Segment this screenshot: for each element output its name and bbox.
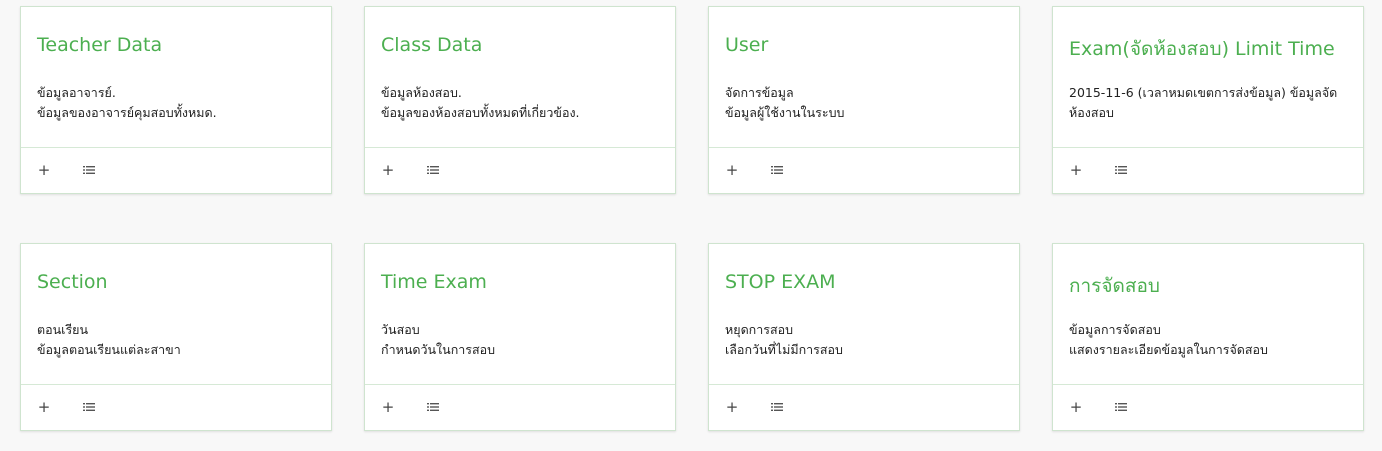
- card-description-line: ข้อมูลผู้ใช้งานในระบบ: [725, 105, 845, 120]
- card-title: Exam(จัดห้องสอบ) Limit Time: [1069, 38, 1335, 60]
- card-description-line: เลือกวันที่ไม่มีการสอบ: [725, 342, 843, 357]
- card-title: การจัดสอบ: [1069, 275, 1160, 297]
- plus-icon[interactable]: +: [379, 397, 397, 417]
- plus-icon[interactable]: +: [723, 160, 741, 180]
- card-class-data: Class Data ข้อมูลห้องสอบ. ข้อมูลของห้องส…: [364, 6, 676, 194]
- card-description: 2015-11-6 (เวลาหมดเขตการส่งข้อมูล) ข้อมู…: [1069, 83, 1351, 123]
- card-title: Class Data: [381, 34, 483, 56]
- card-title: Time Exam: [381, 271, 487, 293]
- card-description: วันสอบ กำหนดวันในการสอบ: [381, 320, 663, 360]
- plus-icon[interactable]: +: [35, 397, 53, 417]
- list-icon[interactable]: [1111, 160, 1131, 180]
- card-actions: +: [21, 148, 331, 194]
- list-icon[interactable]: [423, 160, 443, 180]
- plus-icon[interactable]: +: [1067, 160, 1085, 180]
- card-description-line: กำหนดวันในการสอบ: [381, 342, 496, 357]
- card-actions: +: [1053, 385, 1363, 431]
- card-description-line: แสดงรายละเอียดข้อมูลในการจัดสอบ: [1069, 342, 1268, 357]
- plus-icon[interactable]: +: [35, 160, 53, 180]
- card-description: จัดการข้อมูล ข้อมูลผู้ใช้งานในระบบ: [725, 83, 1007, 123]
- card-actions: +: [709, 148, 1019, 194]
- card-actions: +: [365, 385, 675, 431]
- card-description: ตอนเรียน ข้อมูลตอนเรียนแต่ละสาขา: [37, 320, 319, 360]
- list-icon[interactable]: [767, 160, 787, 180]
- card-title: User: [725, 34, 769, 56]
- card-title: STOP EXAM: [725, 271, 836, 293]
- card-description-line: วันสอบ: [381, 322, 420, 337]
- card-description: ข้อมูลอาจารย์. ข้อมูลของอาจารย์คุมสอบทั้…: [37, 83, 319, 123]
- card-description-line: ข้อมูลของอาจารย์คุมสอบทั้งหมด.: [37, 105, 217, 120]
- list-icon[interactable]: [79, 160, 99, 180]
- plus-icon[interactable]: +: [379, 160, 397, 180]
- card-actions: +: [365, 148, 675, 194]
- card-exam-arrangement: การจัดสอบ ข้อมูลการจัดสอบ แสดงรายละเอียด…: [1052, 243, 1364, 431]
- card-section: Section ตอนเรียน ข้อมูลตอนเรียนแต่ละสาขา…: [20, 243, 332, 431]
- card-actions: +: [21, 385, 331, 431]
- card-description: ข้อมูลการจัดสอบ แสดงรายละเอียดข้อมูลในกา…: [1069, 320, 1351, 360]
- card-exam-limit-time: Exam(จัดห้องสอบ) Limit Time 2015-11-6 (เ…: [1052, 6, 1364, 194]
- card-description-line: ข้อมูลห้องสอบ.: [381, 85, 462, 100]
- card-time-exam: Time Exam วันสอบ กำหนดวันในการสอบ +: [364, 243, 676, 431]
- card-description-line: ข้อมูลของห้องสอบทั้งหมดที่เกี่ยวข้อง.: [381, 105, 580, 120]
- card-title: Teacher Data: [37, 34, 163, 56]
- card-description: ข้อมูลห้องสอบ. ข้อมูลของห้องสอบทั้งหมดที…: [381, 83, 663, 123]
- card-description-line: ข้อมูลการจัดสอบ: [1069, 322, 1161, 337]
- card-description-line: ข้อมูลอาจารย์.: [37, 85, 116, 100]
- list-icon[interactable]: [423, 397, 443, 417]
- card-teacher-data: Teacher Data ข้อมูลอาจารย์. ข้อมูลของอาจ…: [20, 6, 332, 194]
- card-description-line: ตอนเรียน: [37, 322, 89, 337]
- card-description-line: ข้อมูลตอนเรียนแต่ละสาขา: [37, 342, 181, 357]
- plus-icon[interactable]: +: [723, 397, 741, 417]
- card-stop-exam: STOP EXAM หยุดการสอบ เลือกวันที่ไม่มีการ…: [708, 243, 1020, 431]
- card-description-line: จัดการข้อมูล: [725, 85, 794, 100]
- list-icon[interactable]: [1111, 397, 1131, 417]
- list-icon[interactable]: [767, 397, 787, 417]
- card-actions: +: [1053, 148, 1363, 194]
- card-actions: +: [709, 385, 1019, 431]
- card-title: Section: [37, 271, 108, 293]
- plus-icon[interactable]: +: [1067, 397, 1085, 417]
- card-description-line: หยุดการสอบ: [725, 322, 794, 337]
- card-description-line: 2015-11-6 (เวลาหมดเขตการส่งข้อมูล) ข้อมู…: [1069, 85, 1338, 120]
- card-user: User จัดการข้อมูล ข้อมูลผู้ใช้งานในระบบ …: [708, 6, 1020, 194]
- list-icon[interactable]: [79, 397, 99, 417]
- dashboard-card-grid: Teacher Data ข้อมูลอาจารย์. ข้อมูลของอาจ…: [0, 0, 1382, 451]
- card-description: หยุดการสอบ เลือกวันที่ไม่มีการสอบ: [725, 320, 1007, 360]
